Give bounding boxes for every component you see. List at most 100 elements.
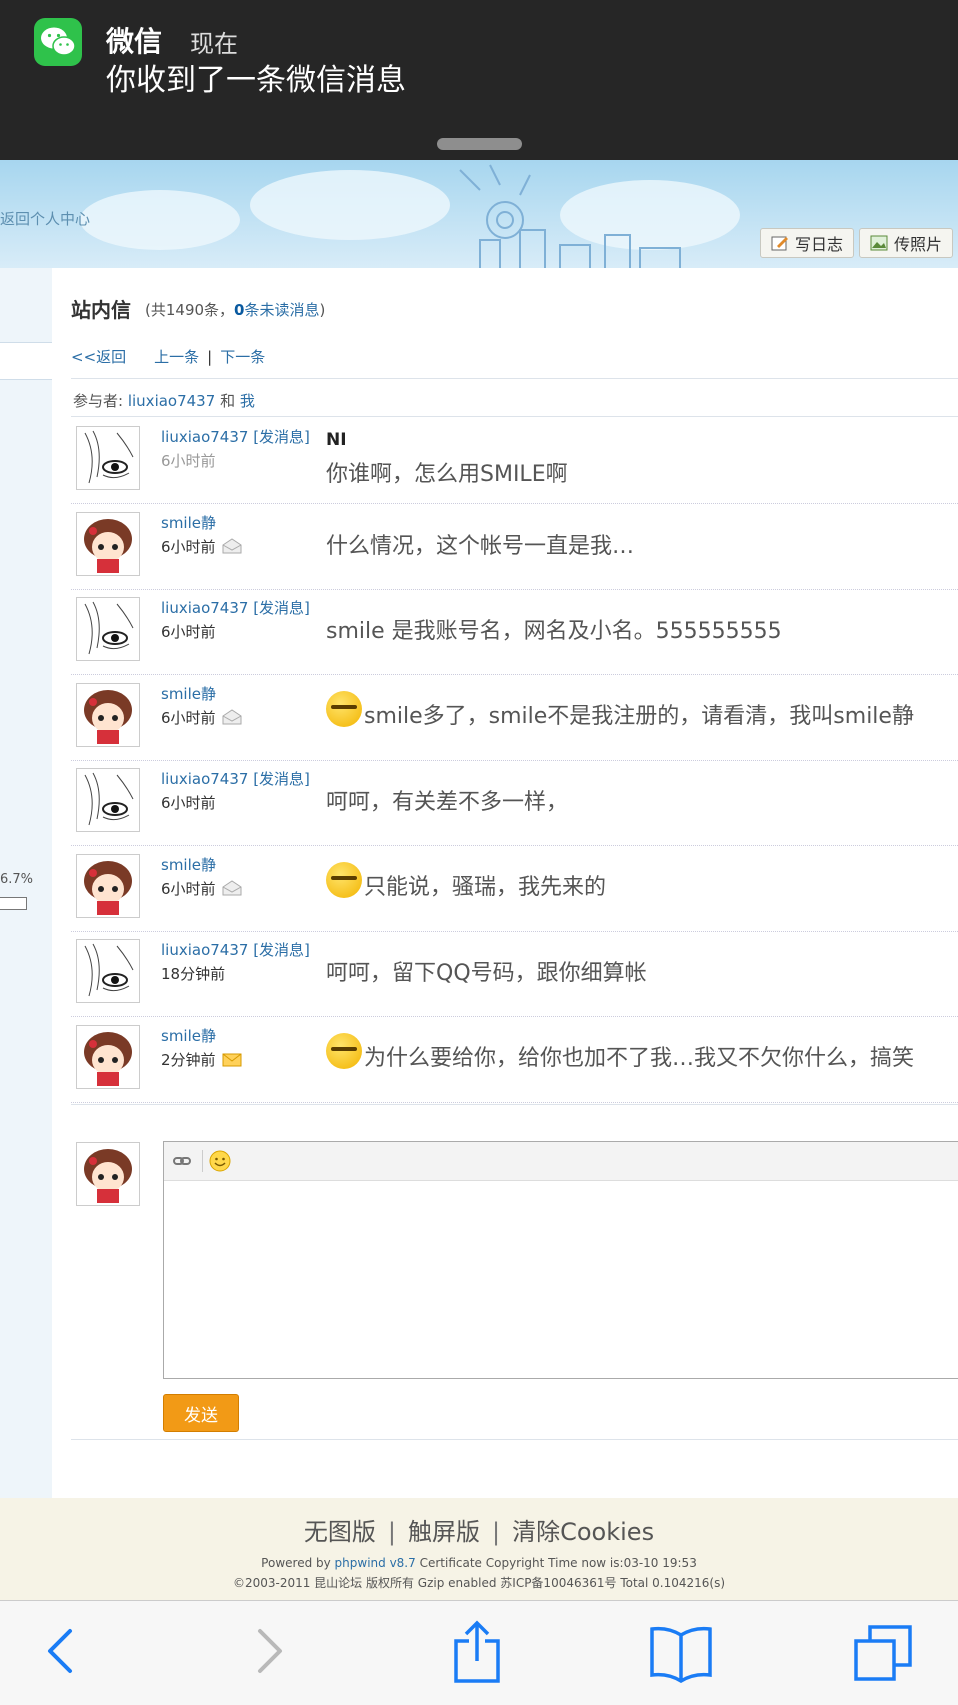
count-suffix: ) [319,301,326,319]
next-link[interactable]: 下一条 [220,348,265,366]
cloud-decoration [80,190,240,250]
wechat-notification[interactable]: 微信 现在 你收到了一条微信消息 [0,0,958,160]
user-avatar[interactable] [76,682,140,747]
sender-name[interactable]: liuxiao7437 [发消息] [161,768,310,789]
message-time: 2分钟前 [161,1049,242,1071]
read-envelope-icon [222,879,242,900]
prev-link[interactable]: 上一条 [154,348,199,366]
divider [71,1439,958,1440]
emoji-icon[interactable] [209,1150,231,1172]
message-time: 18分钟前 [161,963,225,984]
reply-editor[interactable] [163,1141,958,1379]
user-avatar[interactable] [76,1024,140,1089]
participants: 参与者: liuxiao7437 和 我 [73,390,255,411]
sunglasses-emoji-icon [326,1032,362,1069]
user-avatar[interactable] [76,768,140,832]
back-link[interactable]: <<返回 [71,348,126,366]
sunglasses-emoji-icon [326,690,362,727]
image-icon [870,235,888,251]
footer-links: 无图版 | 触屏版 | 清除Cookies [0,1512,958,1547]
clear-cookies-link[interactable]: 清除Cookies [512,1518,654,1546]
message-row: smile静 6小时前 什么情况，这个帐号一直是我… [71,504,958,590]
write-blog-button[interactable]: 写日志 [760,228,855,258]
notification-time: 现在 [190,30,238,58]
footer-separator: | [387,1518,397,1546]
sidebar-item[interactable] [0,342,52,380]
page-title: 站内信 [71,298,131,322]
message-text: 什么情况，这个帐号一直是我… [326,533,635,559]
upload-photo-label: 传照片 [894,235,943,254]
powered-suffix: Certificate Copyright Time now is:03-10 … [415,1556,697,1570]
message-row: smile静 6小时前 只能说，骚瑞，我先来的 [71,846,958,932]
message-row: liuxiao7437 [发消息] 6小时前 NI 你谁啊，怎么用SMILE啊 [71,418,958,504]
participant-me-link[interactable]: 我 [240,392,255,410]
message-body: 你谁啊，怎么用SMILE啊 [326,456,568,488]
message-row: liuxiao7437 [发消息] 18分钟前 呵呵，留下QQ号码，跟你细算帐 [71,931,958,1017]
message-time-text: 6小时前 [161,879,216,898]
message-body: 只能说，骚瑞，我先来的 [326,861,607,901]
sender-name[interactable]: smile静 [161,512,216,533]
copyright: ©2003-2011 昆山论坛 版权所有 Gzip enabled 苏ICP备1… [232,1576,726,1590]
pencil-icon [771,236,788,251]
divider [71,416,958,417]
back-to-personal-center-link[interactable]: 返回个人中心 [0,208,90,229]
message-time-text: 6小时前 [161,623,216,641]
message-time-text: 6小时前 [161,537,216,556]
phpwind-link[interactable]: phpwind v8.7 [335,1556,416,1570]
city-illustration [459,164,681,268]
message-count: (共1490条，0条未读消息) [145,299,325,320]
message-time: 6小时前 [161,450,216,471]
back-icon[interactable] [40,1623,80,1679]
sender-name[interactable]: liuxiao7437 [发消息] [161,597,310,618]
message-time: 6小时前 [161,792,216,813]
sender-name[interactable]: smile静 [161,854,216,875]
user-avatar[interactable] [76,853,140,918]
write-blog-label: 写日志 [795,235,844,254]
unread-label[interactable]: 条未读消息 [244,301,319,319]
user-avatar[interactable] [76,597,140,661]
sender-name[interactable]: smile静 [161,683,216,704]
count-prefix: (共1490条， [145,301,235,319]
message-row: liuxiao7437 [发消息] 6小时前 smile 是我账号名，网名及小名。5… [71,589,958,675]
participant-user-link[interactable]: liuxiao7437 [128,392,215,410]
read-envelope-icon [222,708,242,729]
forward-icon[interactable] [250,1623,290,1679]
sender-name[interactable]: liuxiao7437 [发消息] [161,426,310,447]
sender-name[interactable]: smile静 [161,1025,216,1046]
user-avatar[interactable] [76,511,140,576]
message-subject: NI [326,430,347,450]
message-time-text: 6小时前 [161,794,216,812]
message-text: 呵呵，留下QQ号码，跟你细算帐 [326,961,647,986]
sender-name[interactable]: liuxiao7437 [发消息] [161,939,310,960]
touch-version-link[interactable]: 触屏版 [408,1518,480,1546]
notification-message: 你收到了一条微信消息 [106,63,406,98]
send-button[interactable]: 发送 [163,1394,239,1432]
bookmarks-icon[interactable] [648,1623,714,1683]
tabs-icon[interactable] [852,1623,914,1685]
message-time-text: 18分钟前 [161,965,226,983]
sidebar-progress-bar [0,897,27,910]
text-only-version-link[interactable]: 无图版 [304,1518,376,1546]
user-avatar[interactable] [76,426,140,490]
powered-by: Powered by phpwind v8.7 Certificate Copy… [0,1556,958,1570]
nav-separator: | [207,348,213,366]
divider [71,378,958,379]
divider [71,1104,958,1105]
header-banner: 返回个人中心 写日志 传照片 [0,160,958,268]
upload-photo-button[interactable]: 传照片 [859,228,954,258]
toolbar-divider [202,1150,203,1172]
sidebar-percent: 6.7% [0,872,34,887]
message-time: 6小时前 [161,621,216,642]
notification-drag-handle[interactable] [437,138,522,150]
powered-prefix: Powered by [261,1556,335,1570]
reply-avatar [76,1142,140,1206]
message-body: smile多了，smile不是我注册的，请看清，我叫smile静 [326,690,914,730]
link-icon[interactable] [173,1154,191,1168]
message-panel: 站内信 (共1490条，0条未读消息) <<返回 上一条 | 下一条 参与者: liu… [52,268,958,1498]
user-avatar[interactable] [76,939,140,1003]
message-navigation: <<返回 上一条 | 下一条 [71,346,293,367]
message-row: smile静 6小时前 smile多了，smile不是我注册的，请看清，我叫smil… [71,675,958,761]
message-body: 什么情况，这个帐号一直是我… [326,528,634,560]
message-text: 只能说，骚瑞，我先来的 [364,874,607,900]
share-icon[interactable] [450,1619,504,1685]
